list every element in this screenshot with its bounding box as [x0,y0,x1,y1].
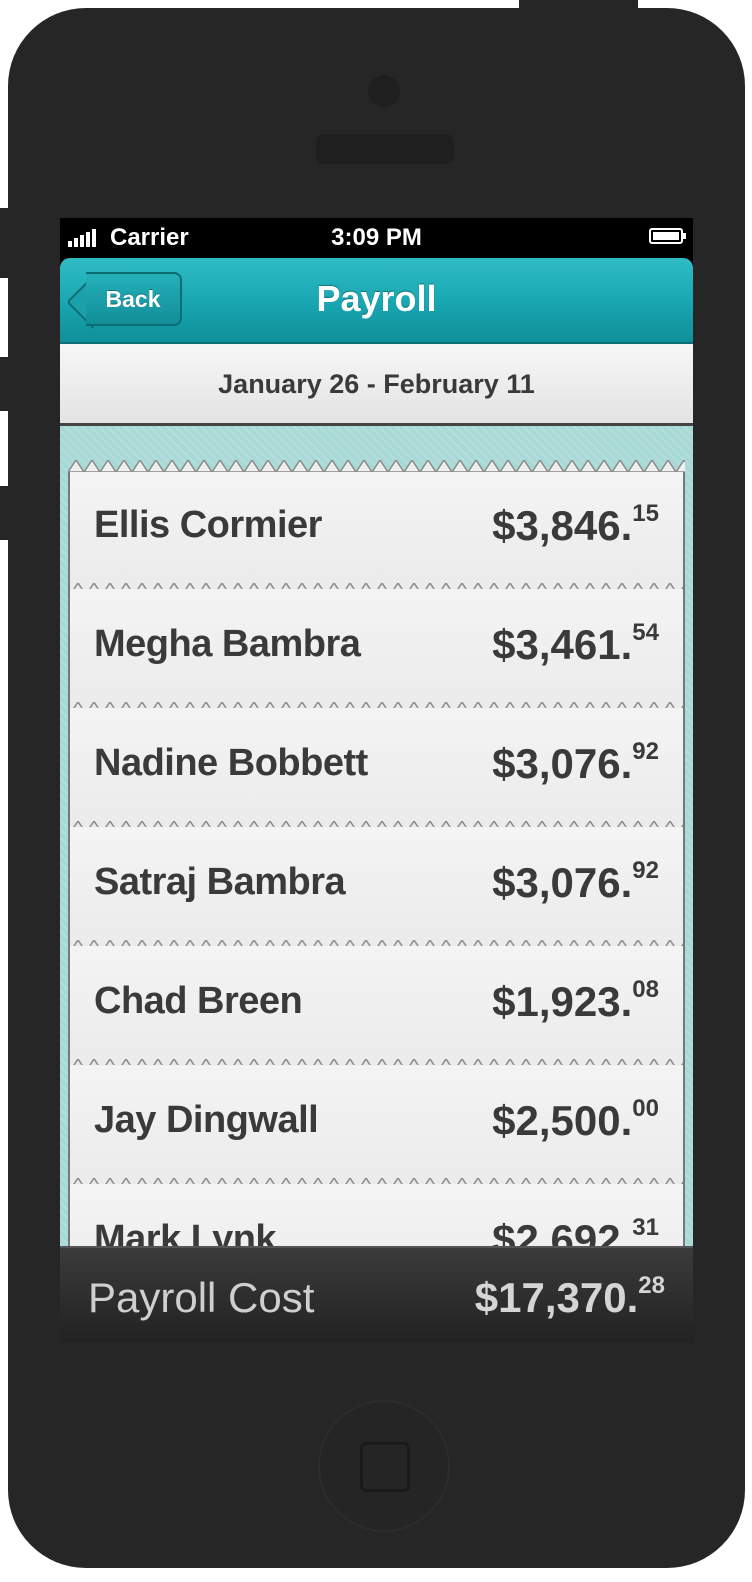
employee-name: Jay Dingwall [94,1099,319,1141]
speaker-grille [316,134,454,164]
amount-cents: 92 [632,857,659,884]
list-item[interactable]: Mark Lynk $2,692.31 [70,1184,683,1246]
mute-switch[interactable] [0,208,10,278]
navigation-bar: Back Payroll [60,258,693,344]
date-range[interactable]: January 26 - February 11 [60,344,693,426]
employee-amount: $3,076.92 [492,857,659,907]
list-item[interactable]: Jay Dingwall $2,500.00 [70,1065,683,1190]
power-button[interactable] [519,0,638,12]
amount-dollars: $3,076. [492,740,633,787]
page-title: Payroll [316,278,437,319]
employee-name: Chad Breen [94,980,303,1022]
payroll-list[interactable]: Ellis Cormier $3,846.15 Megha Bambra $3,461… [60,426,693,1246]
employee-amount: $2,500.00 [492,1095,659,1145]
list-item[interactable]: Ellis Cormier $3,846.15 [70,470,683,595]
amount-cents: 54 [632,619,659,646]
volume-up-button[interactable] [0,357,10,411]
amount-dollars: $3,076. [492,859,633,906]
list-item[interactable]: Nadine Bobbett $3,076.92 [70,708,683,833]
home-button[interactable] [318,1400,450,1532]
list-item[interactable]: Satraj Bambra $3,076.92 [70,827,683,952]
payroll-cost-label: Payroll Cost [88,1274,315,1321]
status-bar: Carrier 3:09 PM [60,218,693,258]
camera [368,75,400,107]
payroll-summary-bar: Payroll Cost $17,370.28 [60,1246,693,1343]
amount-dollars: $1,923. [492,978,633,1025]
employee-name: Nadine Bobbett [94,742,368,784]
amount-cents: 31 [632,1214,659,1241]
employee-name: Mark Lynk [94,1218,277,1246]
amount-cents: 00 [632,1095,659,1122]
clock: 3:09 PM [331,224,422,251]
payroll-cost-total: $17,370.28 [474,1272,665,1322]
list-item[interactable]: Chad Breen $1,923.08 [70,946,683,1071]
amount-cents: 08 [632,976,659,1003]
total-cents: 28 [638,1272,665,1299]
employee-name: Satraj Bambra [94,861,346,903]
volume-down-button[interactable] [0,486,10,540]
total-dollars: $17,370. [474,1274,639,1321]
employee-name: Ellis Cormier [94,504,322,546]
top-zigzag-edge [68,460,685,472]
amount-dollars: $3,846. [492,502,633,549]
employee-amount: $2,692.31 [492,1214,659,1246]
amount-dollars: $2,692. [492,1216,633,1246]
amount-dollars: $2,500. [492,1097,633,1144]
home-square-icon [360,1442,410,1492]
employee-amount: $3,076.92 [492,738,659,788]
list-item[interactable]: Megha Bambra $3,461.54 [70,589,683,714]
employee-amount: $1,923.08 [492,976,659,1026]
paper-sheet: Ellis Cormier $3,846.15 Megha Bambra $3,461… [68,470,685,1246]
employee-amount: $3,461.54 [492,619,659,669]
battery-icon [649,228,686,244]
employee-name: Megha Bambra [94,623,361,665]
employee-amount: $3,846.15 [492,500,659,550]
amount-dollars: $3,461. [492,621,633,668]
amount-cents: 15 [632,500,659,527]
amount-cents: 92 [632,738,659,765]
screen: Carrier 3:09 PM Back Payroll January 26 … [60,218,693,1343]
